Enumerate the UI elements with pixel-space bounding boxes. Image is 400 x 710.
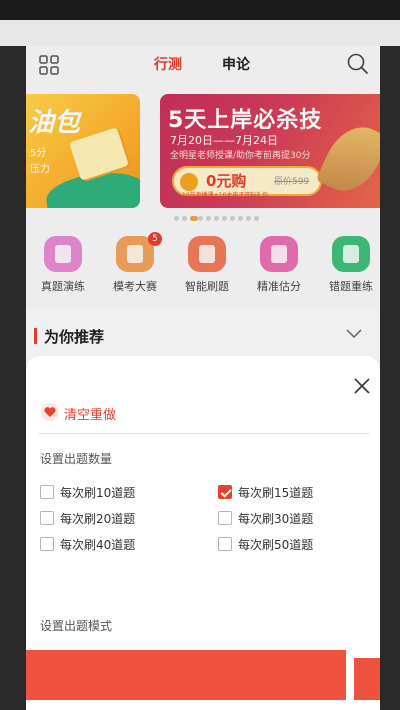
checkbox-icon[interactable]: [40, 537, 54, 551]
app-background: 行测 申论 油包 5分 压力 5天上岸必杀技 7月20日——7月24日 全明星老…: [26, 46, 380, 366]
option-checkbox[interactable]: 每次刷40道题: [40, 535, 190, 555]
divider: [38, 433, 370, 434]
device-right-frame: [380, 46, 400, 710]
heart-icon: [41, 403, 59, 421]
checkbox-icon[interactable]: [218, 511, 232, 525]
checkbox-icon[interactable]: [218, 537, 232, 551]
option-label: 每次刷30道题: [238, 512, 314, 526]
option-label: 每次刷50道题: [238, 538, 314, 552]
option-checkbox[interactable]: 每次刷10道题: [40, 483, 190, 503]
checkbox-icon[interactable]: [40, 485, 54, 499]
option-checkbox[interactable]: 每次刷50道题: [218, 535, 368, 555]
checkbox-checked-icon[interactable]: [218, 485, 232, 499]
phone-screen: 行测 申论 油包 5分 压力 5天上岸必杀技 7月20日——7月24日 全明星老…: [26, 46, 380, 710]
device-left-frame: [0, 46, 26, 710]
option-checkbox[interactable]: 每次刷30道题: [218, 509, 368, 529]
option-label: 每次刷40道题: [60, 538, 136, 552]
bottom-stub: [354, 658, 380, 700]
checkbox-icon[interactable]: [40, 511, 54, 525]
mode-section-label: 设置出题模式: [40, 619, 113, 633]
option-label: 每次刷15道题: [238, 486, 314, 500]
status-strip: [0, 20, 400, 46]
count-section-label: 设置出题数量: [40, 452, 113, 466]
option-checkbox[interactable]: 每次刷15道题: [218, 483, 368, 503]
modal-overlay[interactable]: [26, 46, 380, 366]
option-label: 每次刷10道题: [60, 486, 136, 500]
option-label: 每次刷20道题: [60, 512, 136, 526]
clear-redo-label: 清空重做: [64, 408, 117, 423]
close-icon[interactable]: [352, 376, 372, 396]
confirm-button[interactable]: [26, 650, 346, 700]
option-checkbox[interactable]: 每次刷20道题: [40, 509, 190, 529]
device-top-frame: [0, 0, 400, 20]
